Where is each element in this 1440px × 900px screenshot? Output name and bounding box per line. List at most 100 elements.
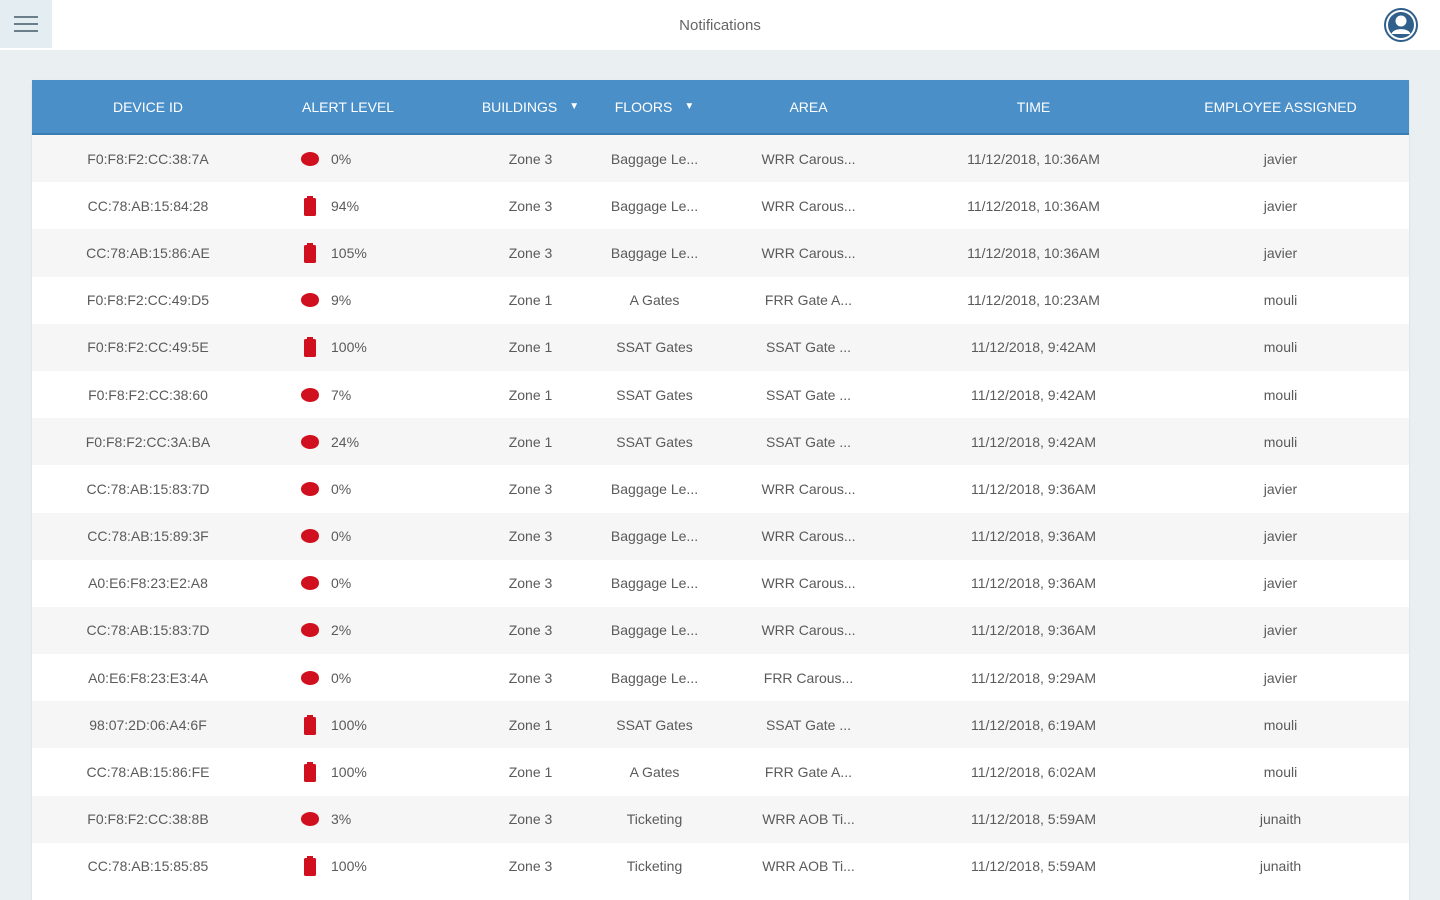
building-cell: Zone 3 — [508, 622, 553, 639]
time-cell: 11/12/2018, 5:59AM — [970, 858, 1097, 875]
water-drop-alert-icon — [301, 576, 319, 591]
time-cell: 11/12/2018, 10:36AM — [967, 244, 1100, 261]
alert-level-value: 0% — [331, 669, 352, 686]
user-account-icon[interactable] — [1384, 8, 1418, 42]
device-id-cell: CC:78:AB:15:85:85 — [87, 858, 209, 875]
floor-cell: Ticketing — [626, 858, 683, 875]
column-header-buildings[interactable]: BUILDINGS ▼ — [454, 99, 607, 115]
device-id-cell: CC:78:AB:15:83:7D — [86, 622, 210, 639]
water-drop-alert-icon — [301, 812, 319, 827]
employee-cell: javier — [1263, 622, 1298, 639]
building-cell: Zone 1 — [508, 339, 553, 356]
alert-level-cell: 100% — [264, 714, 454, 736]
area-cell: WRR Carous... — [761, 622, 856, 639]
device-id-cell: CC:78:AB:15:84:28 — [87, 197, 209, 214]
floor-cell: SSAT Gates — [616, 339, 693, 356]
device-id-cell: F0:F8:F2:CC:49:D5 — [86, 292, 210, 309]
table-header: DEVICE ID ALERT LEVEL BUILDINGS ▼ FLOORS ▼… — [32, 80, 1409, 135]
table-row[interactable]: F0:F8:F2:CC:49:D5 9% Zone 1 A Gates FRR … — [32, 276, 1409, 324]
building-cell: Zone 3 — [508, 150, 553, 167]
alert-level-value: 9% — [331, 292, 352, 309]
building-cell: Zone 3 — [508, 858, 553, 875]
column-header-floors[interactable]: FLOORS ▼ — [607, 99, 702, 115]
alert-level-cell: 0% — [264, 148, 454, 170]
table-row[interactable]: CC:78:AB:15:89:3F 0% Zone 3 Baggage Le..… — [32, 512, 1409, 560]
device-id-cell: F0:F8:F2:CC:3A:BA — [85, 433, 211, 450]
device-id-cell: CC:78:AB:15:89:3F — [87, 528, 209, 545]
time-cell: 11/12/2018, 9:29AM — [970, 669, 1097, 686]
column-header-time[interactable]: TIME — [915, 99, 1152, 115]
table-row[interactable]: F0:F8:F2:CC:38:60 7% Zone 1 SSAT Gates S… — [32, 370, 1409, 419]
device-id-cell: F0:F8:F2:CC:38:8B — [87, 811, 209, 828]
table-row[interactable]: CC:78:AB:15:85:85 100% Zone 3 Ticketing … — [32, 842, 1409, 890]
table-row[interactable]: CC:78:AB:15:83:7D 2% Zone 3 Baggage Le..… — [32, 606, 1409, 655]
employee-cell: junaith — [1259, 811, 1302, 828]
floor-cell: Baggage Le... — [610, 669, 699, 686]
water-drop-alert-icon — [301, 293, 319, 308]
floor-cell: SSAT Gates — [616, 716, 693, 733]
employee-cell: mouli — [1263, 764, 1298, 781]
table-row[interactable]: F0:F8:F2:CC:38:7A 0% Zone 3 Baggage Le..… — [32, 135, 1409, 183]
alert-level-cell: 24% — [264, 431, 454, 453]
employee-cell: javier — [1263, 150, 1298, 167]
top-app-bar: Notifications — [0, 0, 1440, 50]
floor-cell: A Gates — [629, 292, 680, 309]
area-cell: WRR Carous... — [761, 480, 856, 497]
table-row[interactable]: CC:78:AB:15:83:7D 0% Zone 3 Baggage Le..… — [32, 465, 1409, 513]
employee-cell: mouli — [1263, 339, 1298, 356]
area-cell: WRR Carous... — [761, 575, 856, 592]
table-row[interactable]: CC:78:AB:15:86:AE 105% Zone 3 Baggage Le… — [32, 229, 1409, 277]
table-row[interactable]: F0:F8:F2:CC:49:5E 100% Zone 1 SSAT Gates… — [32, 323, 1409, 371]
time-cell: 11/12/2018, 9:42AM — [970, 339, 1097, 356]
battery-alert-icon — [304, 195, 316, 216]
battery-alert-icon — [304, 337, 316, 358]
alert-level-cell: 0% — [264, 572, 454, 594]
battery-alert-icon — [304, 714, 316, 735]
floor-cell: SSAT Gates — [616, 386, 693, 403]
floor-cell: Baggage Le... — [610, 150, 699, 167]
table-row[interactable]: A0:E6:F8:23:E3:4A 0% Zone 3 Baggage Le..… — [32, 654, 1409, 702]
building-cell: Zone 1 — [508, 764, 553, 781]
column-header-area[interactable]: AREA — [702, 99, 915, 115]
table-row[interactable]: 98:07:2D:06:A4:6F 100% Zone 1 SSAT Gates… — [32, 701, 1409, 749]
area-cell: WRR Carous... — [761, 197, 856, 214]
employee-cell: mouli — [1263, 386, 1298, 403]
building-cell: Zone 3 — [508, 528, 553, 545]
column-header-employee-assigned[interactable]: EMPLOYEE ASSIGNED — [1152, 99, 1409, 115]
alert-level-cell: 0% — [264, 525, 454, 547]
battery-alert-icon — [304, 762, 316, 783]
caret-down-icon[interactable]: ▼ — [684, 101, 694, 112]
floor-cell: A Gates — [629, 764, 680, 781]
area-cell: FRR Gate A... — [764, 764, 853, 781]
alert-level-cell: 100% — [264, 336, 454, 358]
device-id-cell: F0:F8:F2:CC:38:7A — [87, 150, 209, 167]
device-id-cell: CC:78:AB:15:86:AE — [86, 244, 210, 261]
building-cell: Zone 3 — [508, 244, 553, 261]
area-cell: FRR Carous... — [763, 669, 854, 686]
table-row[interactable]: A0:E6:F8:23:E2:A8 0% Zone 3 Baggage Le..… — [32, 559, 1409, 607]
time-cell: 11/12/2018, 10:23AM — [967, 292, 1100, 309]
floor-cell: Baggage Le... — [610, 622, 699, 639]
employee-cell: javier — [1263, 528, 1298, 545]
time-cell: 11/12/2018, 9:36AM — [970, 480, 1097, 497]
column-header-alert-level[interactable]: ALERT LEVEL — [264, 99, 454, 115]
alert-level-value: 100% — [331, 858, 367, 875]
caret-down-icon[interactable]: ▼ — [569, 101, 579, 112]
column-header-device-id[interactable]: DEVICE ID — [32, 99, 264, 115]
table-row[interactable]: CC:78:AB:15:86:FE 100% Zone 1 A Gates FR… — [32, 748, 1409, 796]
area-cell: WRR Carous... — [761, 150, 856, 167]
time-cell: 11/12/2018, 6:02AM — [970, 764, 1097, 781]
table-row[interactable]: F0:F8:F2:CC:3A:BA 24% Zone 1 SSAT Gates … — [32, 418, 1409, 466]
table-row[interactable]: CC:78:AB:15:84:28 94% Zone 3 Baggage Le.… — [32, 182, 1409, 230]
floor-cell: Baggage Le... — [610, 480, 699, 497]
floor-cell: Baggage Le... — [610, 575, 699, 592]
floor-cell: Baggage Le... — [610, 244, 699, 261]
alert-level-cell: 105% — [264, 242, 454, 264]
time-cell: 11/12/2018, 9:42AM — [970, 386, 1097, 403]
table-row[interactable]: F0:F8:F2:CC:38:8B 3% Zone 3 Ticketing WR… — [32, 795, 1409, 843]
alert-level-value: 100% — [331, 716, 367, 733]
alert-level-value: 0% — [331, 528, 352, 545]
battery-alert-icon — [304, 242, 316, 263]
area-cell: FRR Gate A... — [764, 292, 853, 309]
building-cell: Zone 1 — [508, 433, 553, 450]
